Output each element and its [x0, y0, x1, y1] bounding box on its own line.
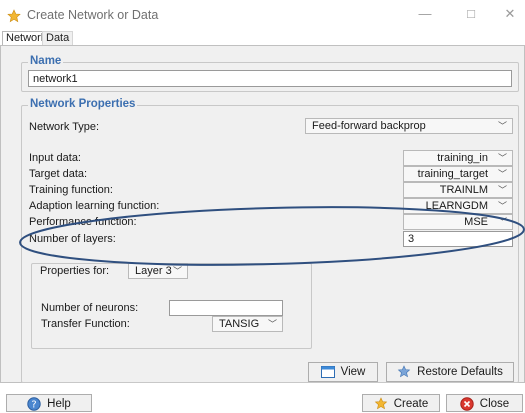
- neurons-input[interactable]: [169, 300, 283, 316]
- adaption-function-label: Adaption learning function:: [29, 200, 160, 212]
- network-properties-group: Network Properties Network Type: Feed-fo…: [21, 98, 519, 383]
- network-type-select[interactable]: Feed-forward backprop ﹀: [305, 118, 513, 134]
- chevron-down-icon: ﹀: [497, 185, 507, 195]
- create-button[interactable]: Create: [362, 394, 440, 412]
- input-data-select[interactable]: training_in ﹀: [403, 150, 513, 166]
- maximize-button[interactable]: □: [456, 4, 486, 24]
- minimize-button[interactable]: —: [410, 4, 440, 24]
- title-bar: Create Network or Data — □ ✕: [0, 0, 525, 31]
- network-type-label: Network Type:: [29, 121, 100, 133]
- star-icon: [7, 9, 21, 23]
- target-data-value: training_target: [417, 168, 488, 180]
- target-data-select[interactable]: training_target ﹀: [403, 166, 513, 182]
- view-button[interactable]: View: [308, 362, 378, 382]
- view-button-label: View: [340, 366, 366, 378]
- transfer-function-select[interactable]: TANSIG ﹀: [212, 316, 283, 332]
- transfer-function-label: Transfer Function:: [41, 318, 130, 330]
- restore-defaults-label: Restore Defaults: [417, 366, 503, 378]
- network-name-input[interactable]: network1: [28, 70, 512, 87]
- star-icon: [397, 365, 411, 378]
- training-function-select[interactable]: TRAINLM ﹀: [403, 182, 513, 198]
- star-icon: [374, 397, 387, 410]
- chevron-down-icon: ﹀: [267, 319, 277, 329]
- svg-text:?: ?: [32, 399, 37, 410]
- help-button[interactable]: ? Help: [6, 394, 92, 412]
- name-group: Name network1: [21, 55, 519, 92]
- input-data-value: training_in: [437, 152, 488, 164]
- chevron-down-icon: ﹀: [497, 121, 507, 131]
- performance-function-label: Performance function:: [29, 216, 137, 228]
- input-data-label: Input data:: [29, 152, 81, 164]
- close-window-button[interactable]: ✕: [495, 4, 525, 24]
- chevron-down-icon: ﹀: [497, 201, 507, 211]
- close-button[interactable]: Close: [446, 394, 523, 412]
- layer-select[interactable]: Layer 3 ﹀: [128, 263, 188, 279]
- chevron-down-icon: ﹀: [497, 217, 507, 227]
- performance-function-value: MSE: [464, 216, 488, 228]
- help-button-label: Help: [47, 398, 71, 410]
- number-of-layers-input[interactable]: 3: [403, 231, 513, 247]
- network-type-value: Feed-forward backprop: [312, 120, 426, 132]
- properties-for-label: Properties for:: [40, 265, 110, 277]
- chevron-down-icon: ﹀: [497, 153, 507, 163]
- training-function-label: Training function:: [29, 184, 113, 196]
- chevron-down-icon: ﹀: [172, 266, 182, 276]
- target-data-label: Target data:: [29, 168, 88, 180]
- chevron-down-icon: ﹀: [497, 169, 507, 179]
- name-group-title: Name: [28, 55, 64, 67]
- properties-group-title: Network Properties: [28, 98, 138, 110]
- restore-defaults-button[interactable]: Restore Defaults: [386, 362, 514, 382]
- window-title: Create Network or Data: [27, 8, 159, 22]
- close-circle-icon: [460, 397, 474, 411]
- layer-select-value: Layer 3: [135, 265, 172, 277]
- window-icon: [320, 365, 335, 378]
- tab-data[interactable]: Data: [42, 31, 74, 45]
- neurons-label: Number of neurons:: [41, 302, 139, 314]
- network-panel: Name network1 Network Properties Network…: [0, 45, 525, 383]
- tab-bar: Network Data: [0, 31, 525, 45]
- adaption-function-value: LEARNGDM: [425, 200, 488, 212]
- number-of-layers-label: Number of layers:: [29, 233, 116, 245]
- performance-function-select[interactable]: MSE ﹀: [403, 214, 513, 230]
- training-function-value: TRAINLM: [439, 184, 488, 196]
- close-button-label: Close: [479, 398, 510, 410]
- layer-properties-group: Properties for: Layer 3 ﹀ Number of neur…: [31, 263, 312, 349]
- help-icon: ?: [27, 397, 41, 411]
- transfer-function-value: TANSIG: [219, 318, 260, 330]
- adaption-function-select[interactable]: LEARNGDM ﹀: [403, 198, 513, 214]
- create-button-label: Create: [393, 398, 429, 410]
